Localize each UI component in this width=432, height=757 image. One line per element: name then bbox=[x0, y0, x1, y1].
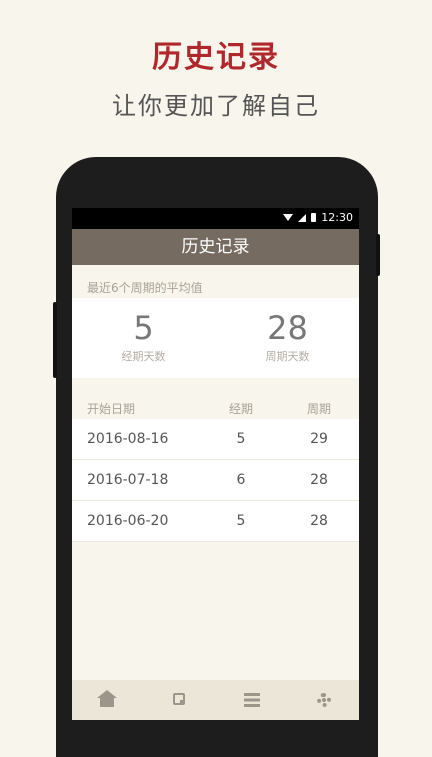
averages-card: 5 经期天数 28 周期天数 bbox=[72, 298, 359, 378]
avg-period-value: 5 bbox=[133, 309, 154, 347]
header-cycle: 周期 bbox=[306, 402, 331, 416]
table-header: 开始日期 经期 周期 bbox=[72, 400, 359, 420]
phone-side-button bbox=[376, 234, 380, 276]
row-period: 6 bbox=[236, 472, 246, 488]
tab-settings[interactable] bbox=[314, 690, 334, 710]
phone-screen: 12:30 历史记录 最近6个周期的平均值 5 经期天数 28 周期天数 开始日… bbox=[72, 208, 359, 720]
tab-calendar[interactable] bbox=[170, 690, 190, 710]
signal-icon bbox=[298, 213, 307, 222]
tab-history[interactable] bbox=[242, 690, 262, 710]
averages-label: 最近6个周期的平均值 bbox=[87, 281, 203, 295]
avg-period-days: 5 经期天数 bbox=[72, 310, 215, 364]
home-icon bbox=[97, 690, 117, 707]
table-row[interactable]: 2016-07-18 6 28 bbox=[72, 460, 359, 501]
calendar-icon bbox=[173, 693, 185, 705]
history-list: 2016-08-16 5 29 2016-07-18 6 28 2016-06-… bbox=[72, 419, 359, 542]
avg-cycle-days: 28 周期天数 bbox=[216, 310, 359, 364]
bottom-tab-bar bbox=[72, 680, 359, 720]
wifi-icon bbox=[283, 214, 294, 221]
tab-home[interactable] bbox=[97, 690, 118, 710]
row-start-date: 2016-07-18 bbox=[87, 472, 169, 488]
phone-side-button bbox=[53, 302, 57, 378]
row-cycle: 29 bbox=[310, 431, 328, 447]
page-title: 历史记录 bbox=[181, 237, 250, 257]
status-bar: 12:30 bbox=[72, 208, 359, 229]
table-row[interactable]: 2016-08-16 5 29 bbox=[72, 419, 359, 460]
row-cycle: 28 bbox=[310, 472, 328, 488]
settings-icon bbox=[317, 693, 331, 707]
row-start-date: 2016-06-20 bbox=[87, 513, 169, 529]
row-period: 5 bbox=[236, 431, 246, 447]
table-row[interactable]: 2016-06-20 5 28 bbox=[72, 501, 359, 542]
header-period: 经期 bbox=[228, 402, 253, 416]
promo-title: 历史记录 bbox=[152, 40, 280, 75]
status-time: 12:30 bbox=[321, 211, 353, 224]
promo-subtitle: 让你更加了解自己 bbox=[112, 92, 320, 120]
battery-icon bbox=[311, 213, 317, 222]
app-bar: 历史记录 bbox=[72, 229, 359, 265]
avg-cycle-label: 周期天数 bbox=[265, 350, 310, 363]
row-start-date: 2016-08-16 bbox=[87, 431, 169, 447]
header-start-date: 开始日期 bbox=[87, 402, 136, 416]
avg-period-label: 经期天数 bbox=[121, 350, 166, 363]
row-period: 5 bbox=[236, 513, 246, 529]
list-icon bbox=[244, 693, 260, 707]
row-cycle: 28 bbox=[310, 513, 328, 529]
avg-cycle-value: 28 bbox=[267, 309, 308, 347]
